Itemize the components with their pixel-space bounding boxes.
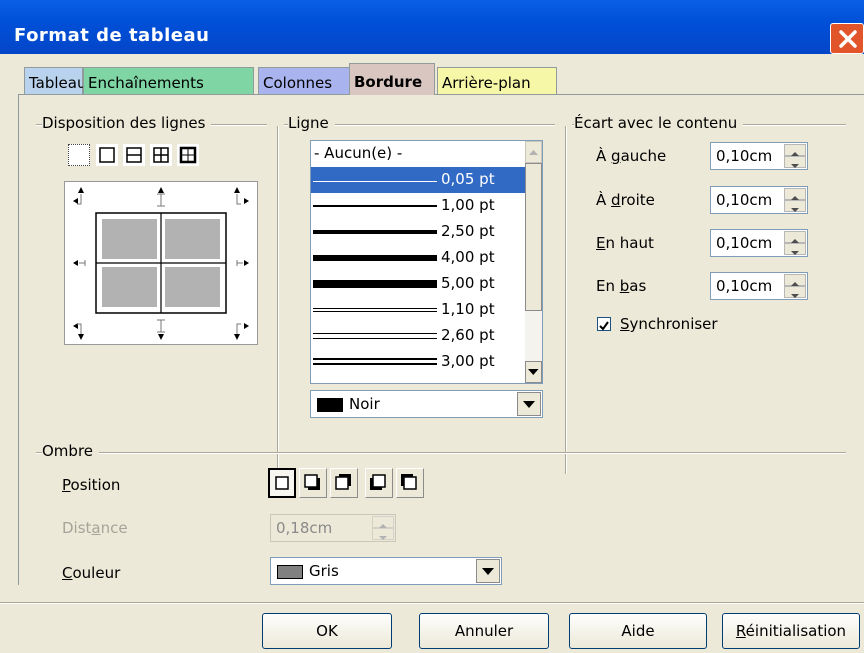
ok-button[interactable]: OK <box>262 613 392 649</box>
arrow-down-icon <box>379 536 387 540</box>
group-title-disposition: Disposition des lignes <box>42 114 212 132</box>
shadow-none-icon <box>275 476 289 490</box>
arrow-down-icon <box>528 369 539 375</box>
top-spacing-field[interactable]: 0,10cm <box>710 229 808 257</box>
tab-colonnes[interactable]: Colonnes <box>258 67 351 95</box>
arrow-down-icon <box>791 164 799 168</box>
preset-none[interactable] <box>68 144 90 166</box>
bottom-spacing-label: En bas <box>596 277 647 295</box>
window-title: Format de tableau <box>14 25 210 46</box>
arrow-down-icon <box>791 251 799 255</box>
spin-down-button[interactable] <box>784 156 806 168</box>
arrow-down-icon <box>791 294 799 298</box>
tab-enchainements[interactable]: Enchaînements <box>83 67 254 95</box>
shadow-top-right-icon <box>335 474 351 490</box>
shadow-position-label: Position <box>62 476 121 494</box>
separator <box>36 452 846 454</box>
line-style-item[interactable]: 1,00 pt <box>311 193 525 219</box>
spin-down-button[interactable] <box>784 200 806 212</box>
scroll-down-button[interactable] <box>525 361 542 383</box>
border-outer-horizontal-icon <box>126 147 142 163</box>
shadow-color-swatch <box>277 565 303 579</box>
tab-arriere-plan[interactable]: Arrière-plan <box>437 67 557 95</box>
line-style-item[interactable]: 0,05 pt <box>311 167 525 193</box>
line-style-item[interactable]: 4,00 pt <box>311 245 525 271</box>
line-style-list[interactable]: - Aucun(e) - 0,05 pt 1,00 pt 2,50 pt 4,0… <box>310 140 543 384</box>
shadow-bottom-right-icon <box>304 474 320 490</box>
shadow-distance-field[interactable]: 0,18cm <box>270 514 396 542</box>
border-outer-bold-icon <box>179 146 197 164</box>
preset-all[interactable] <box>150 144 172 166</box>
line-style-item[interactable]: 3,00 pt <box>311 349 525 375</box>
bottom-spacing-field[interactable]: 0,10cm <box>710 272 808 300</box>
border-preview[interactable] <box>64 181 258 345</box>
shadow-bottom-right-button[interactable] <box>299 468 327 498</box>
right-spacing-field[interactable]: 0,10cm <box>710 186 808 214</box>
separator <box>0 602 864 604</box>
arrow-up-icon <box>529 150 538 155</box>
scroll-thumb[interactable] <box>525 163 542 311</box>
shadow-color-label: Couleur <box>62 564 121 582</box>
shadow-top-right-button[interactable] <box>330 468 358 498</box>
left-spacing-label: À gauche <box>596 147 667 165</box>
spin-down-button[interactable] <box>372 528 394 540</box>
border-all-icon <box>153 147 169 163</box>
chevron-down-icon <box>482 568 494 575</box>
synchronize-checkbox[interactable] <box>597 317 611 331</box>
line-color-swatch <box>317 398 343 412</box>
spin-up-button[interactable] <box>784 231 806 243</box>
reset-button[interactable]: Réinitialisation <box>722 613 860 649</box>
shadow-distance-label: Distance <box>62 519 128 537</box>
close-icon <box>839 30 857 48</box>
spin-up-button[interactable] <box>372 516 394 528</box>
line-style-scrollbar[interactable] <box>525 141 542 383</box>
dialog-body: Tableau Enchaînements Colonnes Bordure A… <box>0 54 864 653</box>
spin-down-button[interactable] <box>784 286 806 298</box>
line-style-item[interactable]: 2,50 pt <box>311 219 525 245</box>
preset-outer-bold[interactable] <box>177 144 199 166</box>
line-color-dropdown-button[interactable] <box>517 392 541 416</box>
cancel-button[interactable]: Annuler <box>419 613 549 649</box>
right-spacing-label: À droite <box>596 191 655 209</box>
shadow-color-select[interactable]: Gris <box>270 557 502 585</box>
separator <box>565 126 567 474</box>
shadow-bottom-left-icon <box>370 474 386 490</box>
line-style-item[interactable]: - Aucun(e) - <box>311 141 525 167</box>
tab-bordure[interactable]: Bordure <box>349 63 435 95</box>
top-spacing-label: En haut <box>596 234 654 252</box>
synchronize-label[interactable]: Synchroniser <box>620 315 718 333</box>
spin-up-button[interactable] <box>784 144 806 156</box>
line-color-select[interactable]: Noir <box>310 390 543 418</box>
shadow-color-dropdown-button[interactable] <box>476 559 500 583</box>
left-spacing-field[interactable]: 0,10cm <box>710 142 808 170</box>
shadow-top-left-button[interactable] <box>396 468 424 498</box>
group-title-ecart: Écart avec le contenu <box>574 114 744 132</box>
shadow-bottom-left-button[interactable] <box>365 468 393 498</box>
border-preview-graphic <box>73 187 249 340</box>
title-bar: Format de tableau <box>0 0 864 54</box>
spin-down-button[interactable] <box>784 243 806 255</box>
help-button[interactable]: Aide <box>569 613 707 649</box>
group-title-ombre: Ombre <box>42 442 100 460</box>
line-style-item[interactable]: 2,60 pt <box>311 323 525 349</box>
checkmark-icon <box>599 321 609 331</box>
spin-up-button[interactable] <box>784 274 806 286</box>
scroll-up-button[interactable] <box>525 141 542 163</box>
preset-outer-horizontal[interactable] <box>123 144 145 166</box>
chevron-down-icon <box>523 401 535 408</box>
arrow-down-icon <box>791 208 799 212</box>
tab-tableau[interactable]: Tableau <box>24 67 87 95</box>
shadow-none-button[interactable] <box>268 468 296 498</box>
line-style-item[interactable]: 5,00 pt <box>311 271 525 297</box>
shadow-top-left-icon <box>401 474 417 490</box>
line-style-item[interactable]: 1,10 pt <box>311 297 525 323</box>
separator <box>277 126 279 474</box>
group-title-ligne: Ligne <box>288 114 335 132</box>
border-outer-icon <box>99 147 115 163</box>
close-button[interactable] <box>830 23 864 54</box>
spin-up-button[interactable] <box>784 188 806 200</box>
preset-outer[interactable] <box>96 144 118 166</box>
